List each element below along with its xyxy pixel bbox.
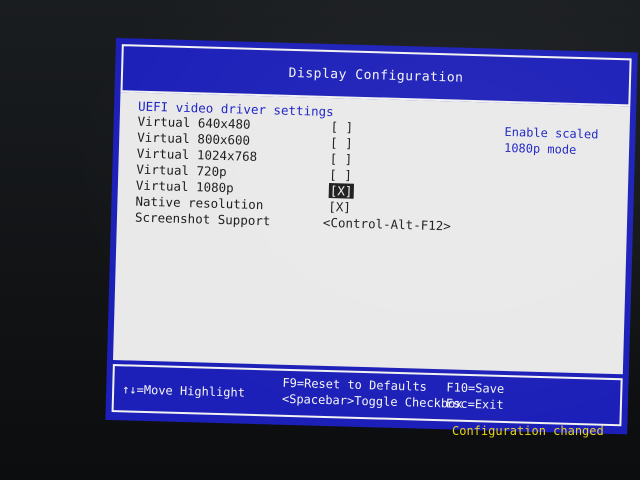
hint-save: F10=Save — [446, 380, 505, 396]
settings-panel: UEFI video driver settings Virtual 640x4… — [113, 92, 631, 375]
hint-reset-defaults: F9=Reset to Defaults — [282, 375, 428, 394]
checkbox[interactable]: [ ] — [330, 119, 353, 135]
checkbox[interactable]: [X] — [328, 199, 351, 215]
checkbox-highlighted[interactable]: [X] — [328, 183, 354, 199]
option-label: Virtual 800x600 — [137, 129, 251, 148]
option-label: Virtual 1080p — [135, 177, 234, 196]
key-hints-bar: ↑↓=Move Highlight F9=Reset to Defaults <… — [111, 364, 623, 427]
option-label: Virtual 720p — [136, 161, 227, 180]
option-label: Screenshot Support — [134, 209, 271, 229]
hint-exit: Esc=Exit — [445, 396, 504, 412]
hint-toggle-checkbox: <Spacebar>Toggle Checkbox — [281, 391, 463, 411]
hint-move-highlight: ↑↓=Move Highlight — [121, 382, 246, 400]
status-message: Configuration changed — [452, 424, 604, 438]
option-label: Virtual 640x480 — [137, 113, 251, 132]
checkbox[interactable]: [ ] — [330, 151, 353, 167]
hotkey-value[interactable]: <Control-Alt-F12> — [323, 215, 451, 234]
checkbox[interactable]: [ ] — [329, 167, 352, 183]
page-title: Display Configuration — [288, 65, 464, 86]
checkbox[interactable]: [ ] — [330, 135, 353, 151]
bios-screen: Display Configuration UEFI video driver … — [105, 38, 638, 435]
help-text: Enable scaled 1080p mode — [503, 124, 599, 157]
